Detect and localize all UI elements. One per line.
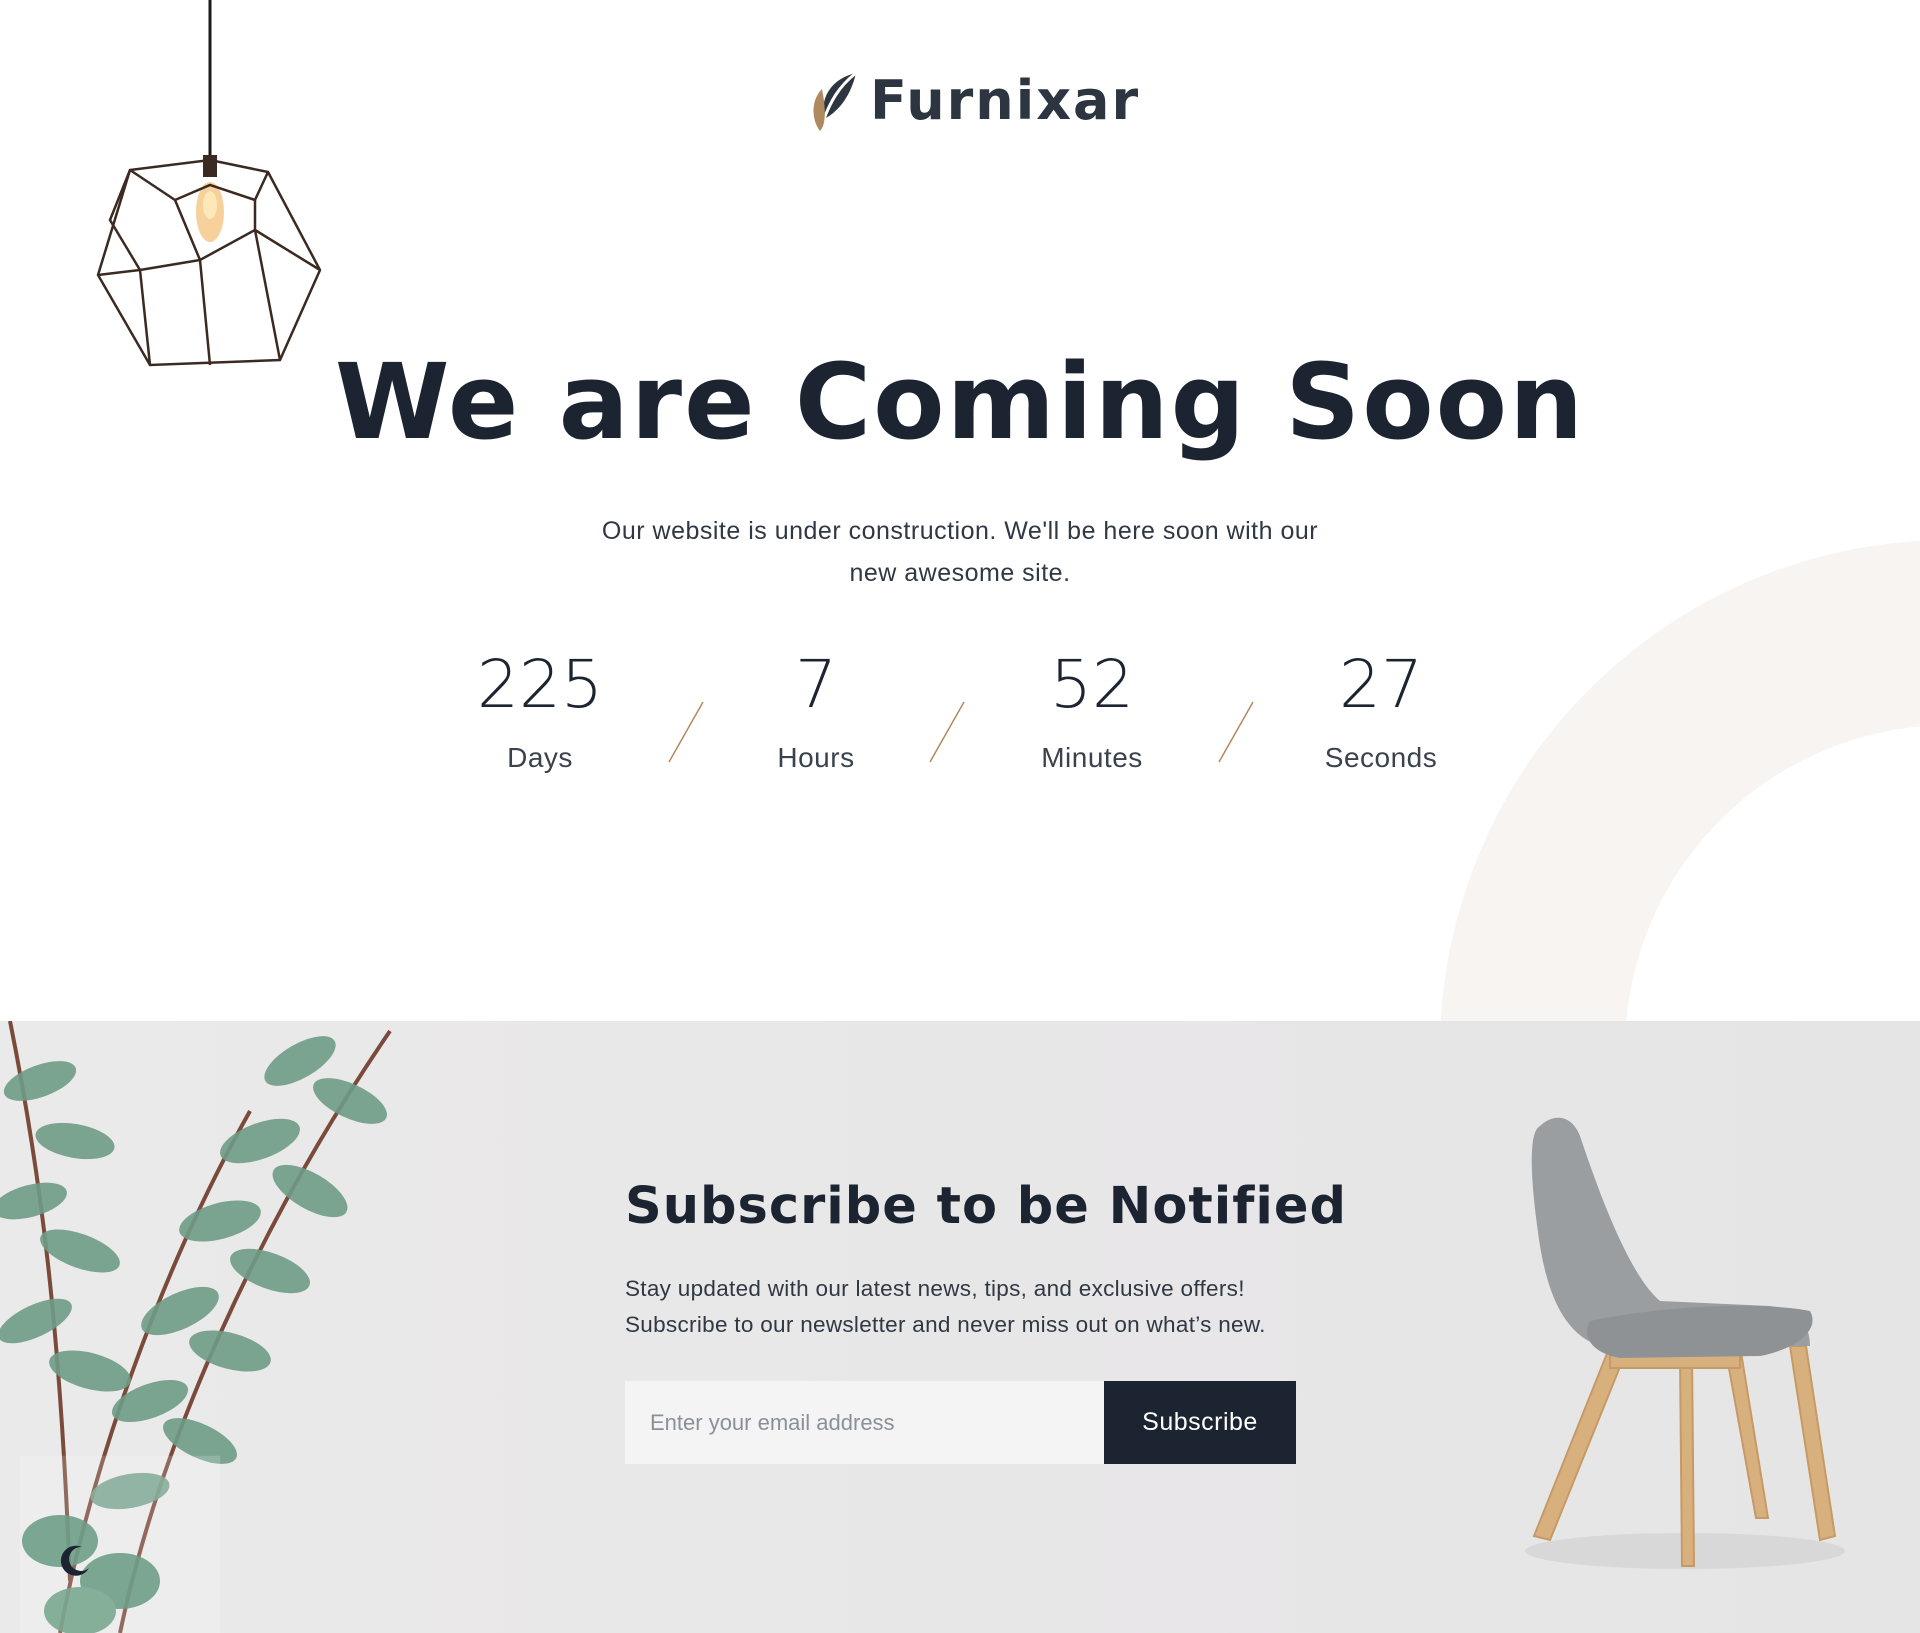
countdown-days: 225 Days	[420, 652, 660, 774]
countdown-minutes-value: 52	[1050, 646, 1134, 723]
slash-divider	[1218, 701, 1254, 763]
brand-logo[interactable]: Furnixar	[808, 66, 1140, 136]
page-subtitle: Our website is under construction. We'll…	[570, 510, 1350, 594]
subscribe-title: Subscribe to be Notified	[625, 1177, 1347, 1236]
countdown-minutes: 52 Minutes	[972, 652, 1212, 774]
leaf-logo-icon	[813, 71, 857, 131]
subscribe-section: Subscribe to be Notified Stay updated wi…	[0, 1021, 1920, 1633]
subscribe-text-line-2: Subscribe to our newsletter and never mi…	[625, 1312, 1266, 1337]
email-input[interactable]	[625, 1381, 1104, 1464]
countdown-hours: 7 Hours	[696, 652, 936, 774]
countdown-seconds-value: 27	[1339, 646, 1423, 723]
slash-divider	[929, 701, 965, 763]
hero-section: Furnixar We are Coming Soon Our website …	[0, 0, 1920, 1021]
subtitle-line-2: new awesome site.	[849, 559, 1071, 587]
subscribe-description: Stay updated with our latest news, tips,…	[625, 1271, 1365, 1343]
brand-name: Furnixar	[870, 69, 1141, 132]
moon-icon[interactable]	[58, 1544, 92, 1578]
countdown-timer: 225 Days 7 Hours 52 Minutes 27 Seconds	[0, 652, 1920, 802]
countdown-minutes-label: Minutes	[1041, 742, 1143, 773]
pendant-lamp-image	[96, 0, 322, 367]
subscribe-text-line-1: Stay updated with our latest news, tips,…	[625, 1276, 1245, 1301]
page-title: We are Coming Soon	[334, 341, 1586, 463]
subscribe-button[interactable]: Subscribe	[1104, 1381, 1296, 1464]
subscribe-form: Subscribe	[625, 1381, 1296, 1464]
countdown-hours-label: Hours	[777, 742, 855, 773]
countdown-days-label: Days	[507, 742, 573, 773]
countdown-days-value: 225	[477, 646, 603, 723]
countdown-seconds: 27 Seconds	[1261, 652, 1501, 774]
plant-image	[0, 1021, 392, 1633]
countdown-hours-value: 7	[795, 646, 837, 723]
subtitle-line-1: Our website is under construction. We'll…	[601, 517, 1319, 545]
countdown-seconds-label: Seconds	[1324, 742, 1438, 773]
chair-image	[1525, 1117, 1845, 1569]
